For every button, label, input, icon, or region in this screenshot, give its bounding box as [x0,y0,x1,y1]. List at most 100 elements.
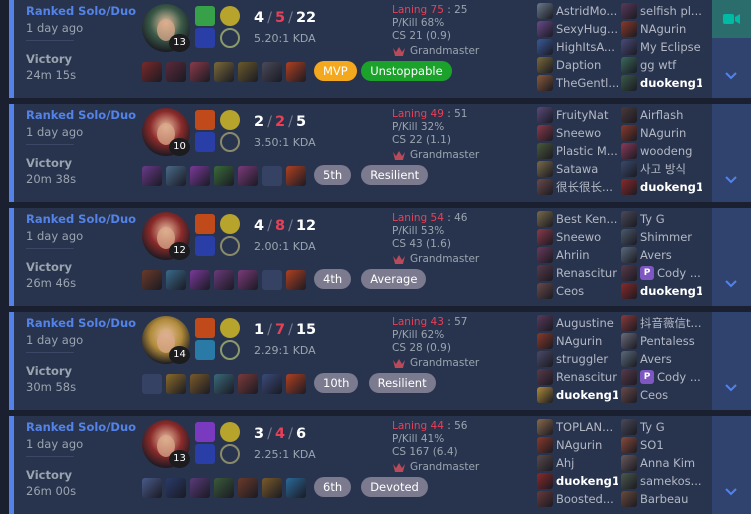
item-icon[interactable] [190,270,210,290]
participant-name[interactable]: NAgurin [556,332,618,350]
participant[interactable]: struggler [537,350,621,368]
participant-name[interactable]: Barbeau [640,490,702,508]
participant-name[interactable]: NAgurin [556,436,618,454]
participant[interactable]: Avers [621,246,705,264]
participant-name[interactable]: Ty G [640,210,702,228]
participant[interactable]: 사고 방식 [621,160,705,178]
participant-name[interactable]: FruityNat [556,106,618,124]
item-icon[interactable] [166,478,186,498]
item-icon[interactable] [214,62,234,82]
item-icon[interactable] [238,478,258,498]
participant-name[interactable]: Sneewo [556,124,618,142]
participant[interactable]: Ahriin [537,246,621,264]
match-card[interactable]: Ranked Solo/Duo 1 day ago Victory 20m 38s 10… [9,104,751,202]
item-icon[interactable] [214,166,234,186]
participant-name[interactable]: selfish pl... [640,2,702,20]
participant-name[interactable]: Avers [640,350,702,368]
participant[interactable]: woodeng [621,142,705,160]
item-icon[interactable] [238,62,258,82]
participant[interactable]: duokeng1 [621,282,705,300]
participant[interactable]: Boosted... [537,490,621,508]
participant[interactable]: Ty G [621,418,705,436]
participant-name[interactable]: duokeng1 [640,282,702,300]
chevron-down-icon[interactable] [724,378,738,392]
participant[interactable]: P Cody ... [621,368,705,386]
match-card[interactable]: Ranked Solo/Duo 1 day ago Victory 24m 15s 13… [9,0,751,98]
expand-column[interactable] [712,416,751,514]
participant[interactable]: Anna Kim [621,454,705,472]
item-icon[interactable] [166,270,186,290]
participant[interactable]: Ahj [537,454,621,472]
participant[interactable]: AstridMo... [537,2,621,20]
participant[interactable]: HighItsA... [537,38,621,56]
participant[interactable]: My Eclipse [621,38,705,56]
item-icon[interactable] [262,62,282,82]
empty-item-slot[interactable] [262,166,282,186]
participant[interactable]: NAgurin [621,124,705,142]
item-icon[interactable] [286,166,306,186]
match-card[interactable]: Ranked Solo/Duo 1 day ago Victory 30m 58s 14… [9,312,751,410]
participant[interactable]: FruityNat [537,106,621,124]
participant[interactable]: Plastic M... [537,142,621,160]
participant-name[interactable]: Best Ken... [556,210,618,228]
participant-name[interactable]: Ahriin [556,246,618,264]
item-icon[interactable] [166,62,186,82]
item-icon[interactable] [142,478,162,498]
participant-name[interactable]: TheGentl... [556,74,618,92]
chevron-down-icon[interactable] [724,482,738,496]
item-icon[interactable] [286,478,306,498]
participant-name[interactable]: Renascitur [556,368,618,386]
participant[interactable]: duokeng1 [621,178,705,196]
participant-name[interactable]: Avers [640,246,702,264]
item-icon[interactable] [190,374,210,394]
participant-name[interactable]: Daption [556,56,618,74]
participant-name[interactable]: HighItsA... [556,38,618,56]
item-icon[interactable] [286,62,306,82]
participant-name[interactable]: Cody ... [657,368,705,386]
empty-item-slot[interactable] [142,374,162,394]
chevron-down-icon[interactable] [724,66,738,80]
participant[interactable]: Ceos [621,386,705,404]
participant-name[interactable]: NAgurin [640,20,702,38]
participant-name[interactable]: samekos... [640,472,702,490]
participant[interactable]: P Cody ... [621,264,705,282]
participant[interactable]: TOPLAN... [537,418,621,436]
item-icon[interactable] [142,62,162,82]
participant-name[interactable]: Satawa [556,160,618,178]
participant[interactable]: Ty G [621,210,705,228]
participant-name[interactable]: AstridMo... [556,2,618,20]
item-icon[interactable] [190,62,210,82]
expand-column[interactable] [712,208,751,306]
participant[interactable]: Renascitur [537,368,621,386]
item-icon[interactable] [238,270,258,290]
participant[interactable]: SO1 [621,436,705,454]
participant-name[interactable]: 抖音薇信t... [640,314,702,332]
item-icon[interactable] [190,478,210,498]
item-icon[interactable] [286,270,306,290]
participant[interactable]: Airflash [621,106,705,124]
participant-name[interactable]: SexyHug... [556,20,618,38]
participant-name[interactable]: Plastic M... [556,142,618,160]
participant-name[interactable]: Cody ... [657,264,705,282]
participant-name[interactable]: SO1 [640,436,702,454]
item-icon[interactable] [142,166,162,186]
participant[interactable]: Daption [537,56,621,74]
chevron-down-icon[interactable] [724,170,738,184]
participant[interactable]: duokeng1 [537,472,621,490]
item-icon[interactable] [166,166,186,186]
participant-name[interactable]: duokeng1 [640,74,702,92]
empty-item-slot[interactable] [262,270,282,290]
participant[interactable]: Augustine [537,314,621,332]
participant-name[interactable]: NAgurin [640,124,702,142]
match-card[interactable]: Ranked Solo/Duo 1 day ago Victory 26m 46s 12… [9,208,751,306]
participant-name[interactable]: Ceos [556,282,618,300]
participant-name[interactable]: TOPLAN... [556,418,618,436]
expand-column[interactable] [712,0,751,98]
participant[interactable]: Renascitur [537,264,621,282]
participant-name[interactable]: Renascitur [556,264,618,282]
participant[interactable]: Best Ken... [537,210,621,228]
participant[interactable]: Avers [621,350,705,368]
participant-name[interactable]: Sneewo [556,228,618,246]
item-icon[interactable] [190,166,210,186]
record-video-button[interactable] [712,0,751,38]
